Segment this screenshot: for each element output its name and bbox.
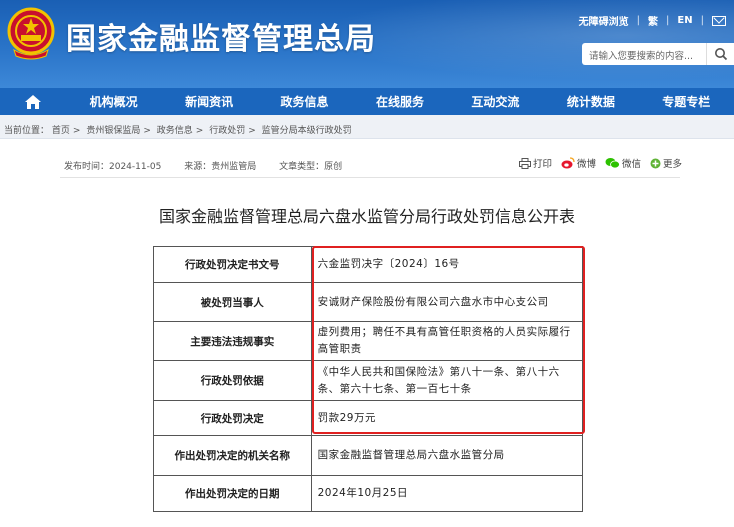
article-type: 文章类型：原创 (279, 162, 343, 172)
table-row: 作出处罚决定的日期 2024年10月25日 (153, 475, 584, 512)
weibo-label: 微博 (577, 159, 597, 170)
nav-item-online-service[interactable]: 在线服务 (352, 93, 447, 110)
document-title: 国家金融监督管理总局六盘水监管分局行政处罚信息公开表 (158, 207, 575, 226)
row-value-party: 安诚财产保险股份有限公司六盘水市中心支公司 (310, 282, 584, 322)
publish-date: 发布时间：2024-11-05 (64, 162, 162, 172)
row-value-decision-date: 2024年10月25日 (310, 475, 584, 512)
table-row: 主要违法违规事实 虚列费用；聘任不具有高管任职资格的人员实际履行高管职责 (153, 321, 584, 361)
breadcrumb-branch-penalty[interactable]: 监管分局本级行政处罚 (262, 126, 352, 136)
nav-item-interaction[interactable]: 互动交流 (448, 93, 543, 110)
nav-item-government-info[interactable]: 政务信息 (257, 93, 352, 110)
row-value-decision: 罚款29万元 (310, 400, 584, 436)
national-emblem-icon (7, 7, 55, 60)
site-header: 国家金融监督管理总局 无障碍浏览 | 繁 | EN | 请输入您要搜索的内容..… (0, 0, 734, 88)
nav-item-statistics[interactable]: 统计数据 (543, 93, 638, 110)
home-icon (24, 94, 41, 109)
wechat-button[interactable]: 微信 (605, 156, 641, 170)
traditional-chinese-link[interactable]: 繁 (648, 13, 658, 28)
breadcrumb-bureau[interactable]: 贵州银保监局 (86, 126, 140, 136)
breadcrumb-home[interactable]: 首页 (52, 126, 70, 136)
row-label-decision: 行政处罚决定 (153, 400, 312, 436)
row-label-decision-date: 作出处罚决定的日期 (153, 475, 312, 512)
share-bar: 打印 微博 微信 更多 (519, 156, 691, 170)
article-meta: 发布时间：2024-11-05 来源：贵州监管局 文章类型：原创 (64, 159, 362, 172)
row-value-violation-facts: 虚列费用；聘任不具有高管任职资格的人员实际履行高管职责 (310, 321, 584, 361)
weibo-icon (561, 157, 575, 169)
article-source: 来源：贵州监管局 (184, 162, 257, 172)
wechat-label: 微信 (622, 159, 642, 170)
nav-item-about[interactable]: 机构概况 (66, 93, 161, 110)
search-button[interactable] (706, 43, 734, 65)
plus-icon (650, 158, 661, 168)
divider: | (666, 15, 670, 26)
main-nav: 机构概况 新闻资讯 政务信息 在线服务 互动交流 统计数据 专题专栏 (0, 88, 734, 115)
row-value-legal-basis: 《中华人民共和国保险法》第八十一条、第八十六条、第六十七条、第一百七十条 (310, 360, 584, 401)
print-label: 打印 (533, 159, 553, 170)
breadcrumb-penalty[interactable]: 行政处罚 (209, 126, 245, 136)
table-row: 作出处罚决定的机关名称 国家金融监督管理总局六盘水监管分局 (153, 435, 584, 476)
wechat-icon (605, 158, 620, 169)
divider-line (60, 177, 680, 178)
table-row: 行政处罚依据 《中华人民共和国保险法》第八十一条、第八十六条、第六十七条、第一百… (153, 360, 584, 401)
row-label-decision-number: 行政处罚决定书文号 (153, 246, 312, 283)
mail-icon[interactable] (712, 15, 726, 26)
accessible-link[interactable]: 无障碍浏览 (579, 13, 629, 28)
breadcrumb-prefix: 当前位置： (4, 126, 50, 136)
nav-item-special-topics[interactable]: 专题专栏 (639, 93, 734, 110)
row-label-authority: 作出处罚决定的机关名称 (153, 435, 312, 476)
row-label-violation-facts: 主要违法违规事实 (153, 321, 312, 361)
breadcrumb-gov-info[interactable]: 政务信息 (157, 126, 193, 136)
site-title[interactable]: 国家金融监督管理总局 (66, 14, 376, 58)
print-button[interactable]: 打印 (519, 156, 552, 170)
more-label: 更多 (663, 159, 683, 170)
nav-item-news[interactable]: 新闻资讯 (161, 93, 256, 110)
search-input[interactable]: 请输入您要搜索的内容... (582, 43, 706, 65)
divider: | (636, 15, 641, 26)
breadcrumb: 当前位置： 首页 > 贵州银保监局 > 政务信息 > 行政处罚 > 监管分局本级行政处罚 (0, 115, 734, 139)
weibo-button[interactable]: 微博 (561, 156, 596, 170)
top-links: 无障碍浏览 | 繁 | EN | (579, 13, 726, 28)
search-icon (715, 48, 728, 61)
row-value-decision-number: 六金监罚决字〔2024〕16号 (310, 246, 584, 283)
penalty-info-table: 行政处罚决定书文号 六金监罚决字〔2024〕16号 被处罚当事人 安诚财产保险股… (153, 246, 584, 512)
table-row: 行政处罚决定书文号 六金监罚决字〔2024〕16号 (153, 246, 584, 283)
divider: | (700, 15, 704, 26)
row-label-party: 被处罚当事人 (153, 282, 312, 322)
english-link[interactable]: EN (677, 15, 692, 26)
row-label-legal-basis: 行政处罚依据 (153, 360, 312, 401)
table-row: 被处罚当事人 安诚财产保险股份有限公司六盘水市中心支公司 (153, 282, 584, 322)
row-value-authority: 国家金融监督管理总局六盘水监管分局 (310, 435, 584, 476)
print-icon (519, 157, 531, 169)
table-row: 行政处罚决定 罚款29万元 (153, 400, 584, 436)
more-share-button[interactable]: 更多 (650, 156, 682, 170)
home-button[interactable] (0, 88, 66, 115)
